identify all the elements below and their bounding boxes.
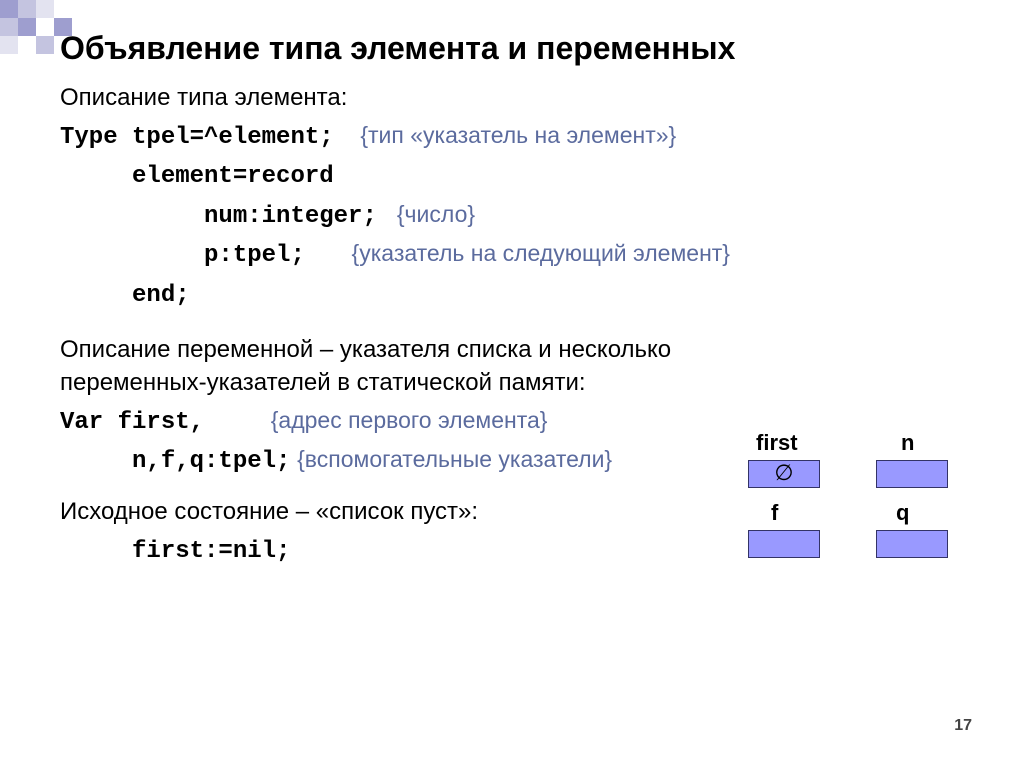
box-q (876, 530, 948, 558)
code-comment: {адрес первого элемента} (271, 407, 548, 433)
code-comment: {вспомогательные указатели} (297, 446, 612, 472)
var-desc-heading: Описание переменной – указателя списка и… (60, 333, 740, 400)
code-line-record: element=record (60, 158, 984, 194)
state-heading: Исходное состояние – «список пуст»: (60, 495, 984, 529)
slide-title: Объявление типа элемента и переменных (60, 30, 984, 67)
code-text: p:tpel; (60, 242, 305, 269)
code-text: end; (60, 282, 190, 309)
slide-number: 17 (954, 717, 972, 735)
slide-content: Объявление типа элемента и переменных Оп… (60, 30, 984, 572)
label-f: f (771, 500, 778, 526)
code-comment: {указатель на следующий элемент} (352, 240, 730, 266)
code-text: Var first, (60, 409, 204, 436)
code-comment: {тип «указатель на элемент»} (360, 122, 676, 148)
code-line-var: Var first, {адрес первого элемента} (60, 404, 984, 440)
code-line-p: p:tpel; {указатель на следующий элемент} (60, 237, 984, 273)
code-line-num: num:integer; {число} (60, 198, 984, 234)
code-line-nfq: n,f,q:tpel; {вспомогательные указатели} (60, 443, 984, 479)
code-comment: {число} (397, 201, 475, 227)
box-f (748, 530, 820, 558)
code-line-nil: first:=nil; (60, 533, 984, 569)
label-n: n (901, 430, 914, 456)
code-line-type: Type tpel=^element; {тип «указатель на э… (60, 119, 984, 155)
code-text: element=record (60, 163, 334, 190)
box-first: ∅ (748, 460, 820, 488)
type-desc-heading: Описание типа элемента: (60, 81, 984, 115)
code-line-end: end; (60, 277, 984, 313)
label-first: first (756, 430, 798, 456)
code-text: num:integer; (60, 203, 377, 230)
code-text: Type tpel=^element; (60, 124, 334, 151)
box-n (876, 460, 948, 488)
nil-symbol-icon: ∅ (749, 461, 819, 485)
code-text: n,f,q:tpel; (60, 448, 290, 475)
label-q: q (896, 500, 909, 526)
code-text: first:=nil; (60, 538, 290, 565)
